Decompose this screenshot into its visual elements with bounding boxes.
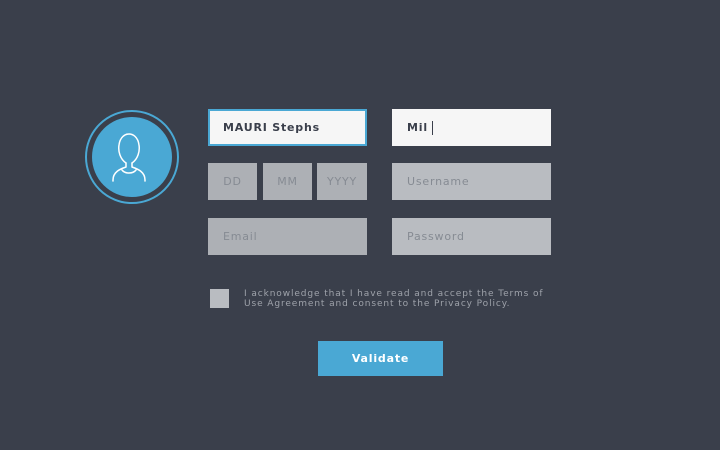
validate-button[interactable]: Validate xyxy=(318,341,443,376)
avatar-circle xyxy=(92,117,172,197)
terms-label: I acknowledge that I have read and accep… xyxy=(244,289,544,309)
username-input[interactable] xyxy=(392,163,551,200)
email-input[interactable] xyxy=(208,218,367,255)
birth-month-input[interactable] xyxy=(263,163,312,200)
last-name-input[interactable] xyxy=(392,109,551,146)
user-icon xyxy=(112,133,146,182)
avatar[interactable] xyxy=(85,110,179,204)
first-name-input[interactable] xyxy=(208,109,367,146)
text-caret xyxy=(432,121,433,135)
terms-checkbox[interactable] xyxy=(210,289,229,308)
password-input[interactable] xyxy=(392,218,551,255)
birth-year-input[interactable] xyxy=(317,163,367,200)
birth-day-input[interactable] xyxy=(208,163,257,200)
